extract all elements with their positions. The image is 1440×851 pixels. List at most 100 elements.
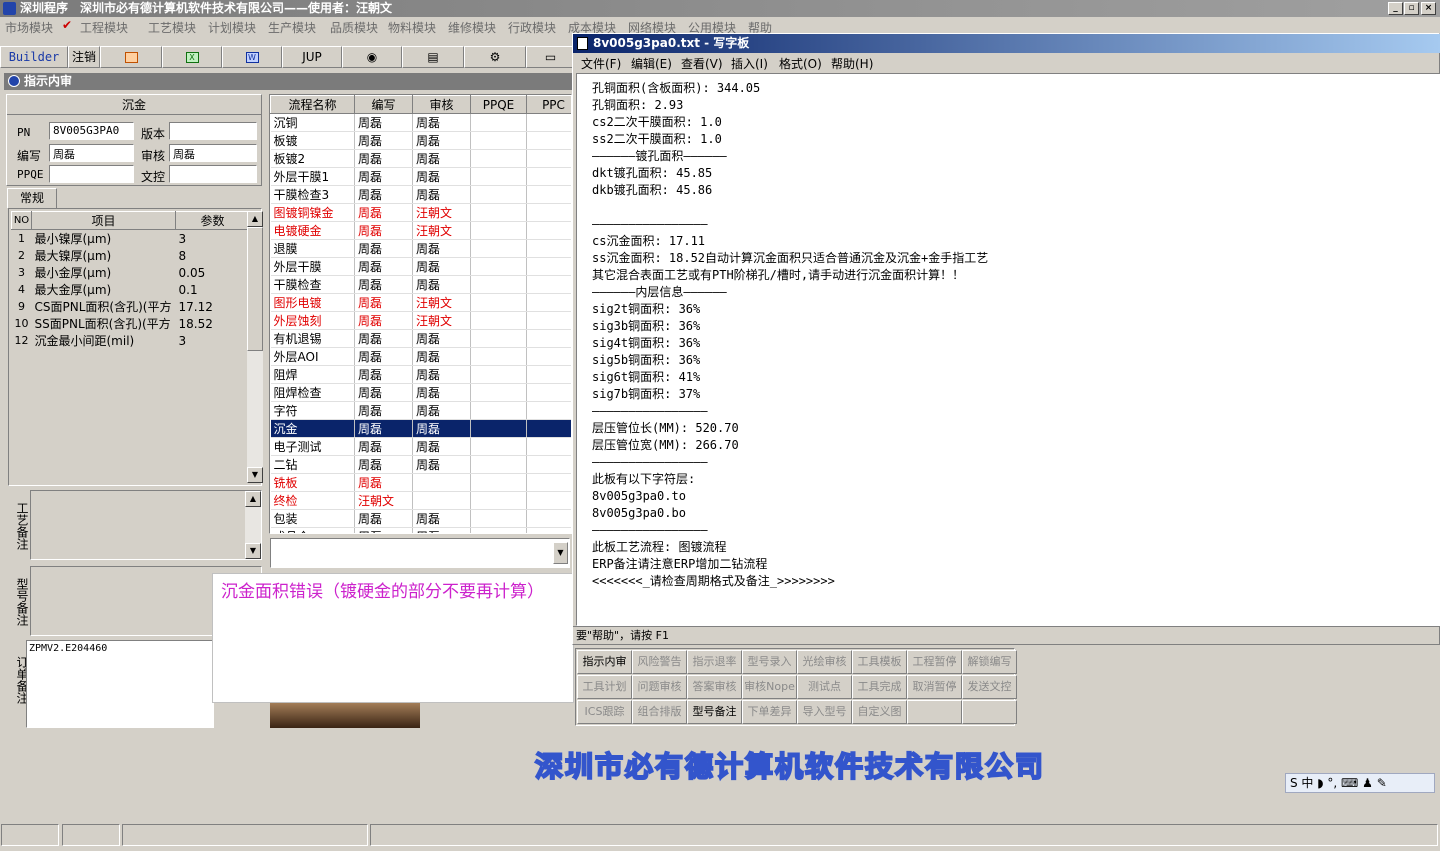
logout-button[interactable]: 注销: [68, 46, 100, 68]
process-row[interactable]: 图镀铜镍金 周磊 汪朝文: [270, 203, 571, 222]
tab-general[interactable]: 常规: [7, 188, 57, 208]
process-header-review[interactable]: 审核: [412, 95, 471, 114]
action-button[interactable]: 下单差异: [742, 700, 797, 724]
action-button[interactable]: [962, 700, 1017, 724]
wordpad-menu-item[interactable]: 编辑(E): [631, 55, 672, 72]
scroll-down-icon[interactable]: ▼: [245, 543, 261, 559]
ppqe-field[interactable]: [49, 165, 134, 183]
ime-toolbar[interactable]: S 中 ◗ °, ⌨ ♟ ✎: [1285, 773, 1435, 793]
action-button[interactable]: 自定义图: [852, 700, 907, 724]
action-button[interactable]: 工具模板: [852, 650, 907, 674]
wordpad-menu-item[interactable]: 文件(F): [581, 55, 621, 72]
settings-button[interactable]: ⚙: [464, 46, 526, 68]
action-button[interactable]: 答案审核: [687, 675, 742, 699]
process-row[interactable]: 电子测试 周磊 周磊: [270, 437, 571, 456]
wordpad-menu-item[interactable]: 帮助(H): [831, 55, 873, 72]
action-button[interactable]: 导入型号: [797, 700, 852, 724]
action-button[interactable]: ICS跟踪: [577, 700, 632, 724]
doc-field[interactable]: [169, 165, 257, 183]
menu-item-1[interactable]: 工程模块: [80, 19, 128, 36]
params-row[interactable]: 3 最小金厚(μm) 0.05: [12, 264, 250, 281]
action-button[interactable]: 测试点: [797, 675, 852, 699]
craft-remark-field[interactable]: ▲ ▼: [30, 490, 262, 560]
wordpad-menu-item[interactable]: 格式(O): [779, 55, 822, 72]
process-row[interactable]: 干膜检查3 周磊 周磊: [270, 185, 571, 204]
process-row[interactable]: 外层AOI 周磊 周磊: [270, 347, 571, 366]
menu-item-2[interactable]: 工艺模块: [148, 19, 196, 36]
action-button[interactable]: 解锁编写: [962, 650, 1017, 674]
close-button[interactable]: ×: [1421, 2, 1436, 15]
action-button[interactable]: 型号备注: [687, 700, 742, 724]
action-button[interactable]: 组合排版: [632, 700, 687, 724]
process-row[interactable]: 包装 周磊 周磊: [270, 509, 571, 528]
params-row[interactable]: 12 沉金最小间距(mil) 3: [12, 332, 250, 349]
params-header-item[interactable]: 项目: [31, 211, 176, 230]
version-field[interactable]: [169, 122, 257, 140]
menu-item-3[interactable]: 计划模块: [208, 19, 256, 36]
process-row[interactable]: 外层蚀刻 周磊 汪朝文: [270, 311, 571, 330]
menu-item-4[interactable]: 生产模块: [268, 19, 316, 36]
scroll-up-icon[interactable]: ▲: [245, 491, 261, 507]
craft-remark-scrollbar[interactable]: ▲ ▼: [245, 491, 261, 559]
params-scrollbar[interactable]: ▲ ▼: [247, 211, 263, 483]
action-button[interactable]: 工具完成: [852, 675, 907, 699]
process-row[interactable]: 二钻 周磊 周磊: [270, 455, 571, 474]
process-row[interactable]: 阻焊 周磊 周磊: [270, 365, 571, 384]
pn-field[interactable]: 8V005G3PA0: [49, 122, 134, 140]
params-row[interactable]: 10 SS面PNL面积(含孔)(平方 18.52: [12, 315, 250, 332]
action-button[interactable]: 工程暂停: [907, 650, 962, 674]
ppt-button[interactable]: [100, 46, 162, 68]
scroll-thumb[interactable]: [247, 227, 263, 351]
view-button[interactable]: ◉: [342, 46, 402, 68]
action-button[interactable]: 风险警告: [632, 650, 687, 674]
process-header-ppc[interactable]: PPC: [526, 95, 571, 114]
process-dropdown[interactable]: ▼: [270, 538, 570, 568]
process-row[interactable]: 字符 周磊 周磊: [270, 401, 571, 420]
wordpad-text-area[interactable]: 孔铜面积(含板面积): 344.05 孔铜面积: 2.93 cs2二次干膜面积: 1…: [576, 73, 1440, 626]
scroll-down-icon[interactable]: ▼: [247, 467, 263, 483]
params-row[interactable]: 2 最大镍厚(μm) 8: [12, 247, 250, 264]
minimize-button[interactable]: _: [1388, 2, 1403, 15]
scroll-up-icon[interactable]: ▲: [247, 211, 263, 227]
excel-button[interactable]: X: [162, 46, 222, 68]
process-header-ppqe[interactable]: PPQE: [470, 95, 527, 114]
action-button[interactable]: 问题审核: [632, 675, 687, 699]
action-button[interactable]: 工具计划: [577, 675, 632, 699]
params-header-value[interactable]: 参数: [175, 211, 250, 230]
process-header-name[interactable]: 流程名称: [270, 95, 355, 114]
monitor-button[interactable]: ▭: [526, 46, 575, 68]
review-field[interactable]: 周磊: [169, 144, 257, 162]
process-row[interactable]: 终检 汪朝文: [270, 491, 571, 510]
process-row[interactable]: 电镀硬金 周磊 汪朝文: [270, 221, 571, 240]
process-row[interactable]: 铣板 周磊: [270, 473, 571, 492]
process-row[interactable]: 成品仓周磊周磊: [270, 527, 571, 533]
process-row[interactable]: 沉铜 周磊 周磊: [270, 113, 571, 132]
process-header-author[interactable]: 编写: [354, 95, 413, 114]
action-button[interactable]: 审核Nope: [742, 675, 797, 699]
maximize-button[interactable]: ▫: [1404, 2, 1419, 15]
author-field[interactable]: 周磊: [49, 144, 134, 162]
wordpad-menu-item[interactable]: 查看(V): [681, 55, 723, 72]
process-row[interactable]: 干膜检查 周磊 周磊: [270, 275, 571, 294]
action-button[interactable]: 发送文控: [962, 675, 1017, 699]
menu-item-7[interactable]: 维修模块: [448, 19, 496, 36]
action-button[interactable]: 指示退率: [687, 650, 742, 674]
action-button[interactable]: 型号录入: [742, 650, 797, 674]
order-remark-field[interactable]: ZPMV2.E204460: [26, 640, 214, 728]
builder-button[interactable]: Builder: [0, 46, 68, 68]
process-row[interactable]: 退膜 周磊 周磊: [270, 239, 571, 258]
params-row[interactable]: 1 最小镍厚(μm) 3: [12, 230, 250, 248]
process-row[interactable]: 板镀2 周磊 周磊: [270, 149, 571, 168]
menu-item-6[interactable]: 物料模块: [388, 19, 436, 36]
process-row[interactable]: 阻焊检查 周磊 周磊: [270, 383, 571, 402]
process-row[interactable]: 外层干膜1 周磊 周磊: [270, 167, 571, 186]
params-row[interactable]: 4 最大金厚(μm) 0.1: [12, 281, 250, 298]
action-button[interactable]: 取消暂停: [907, 675, 962, 699]
menu-item-8[interactable]: 行政模块: [508, 19, 556, 36]
params-header-no[interactable]: NO: [11, 211, 32, 230]
process-row[interactable]: 外层干膜 周磊 周磊: [270, 257, 571, 276]
action-button[interactable]: [907, 700, 962, 724]
process-row[interactable]: 板镀 周磊 周磊: [270, 131, 571, 150]
menu-item-0[interactable]: 市场模块: [5, 19, 53, 36]
action-button[interactable]: 指示内审: [577, 650, 632, 674]
